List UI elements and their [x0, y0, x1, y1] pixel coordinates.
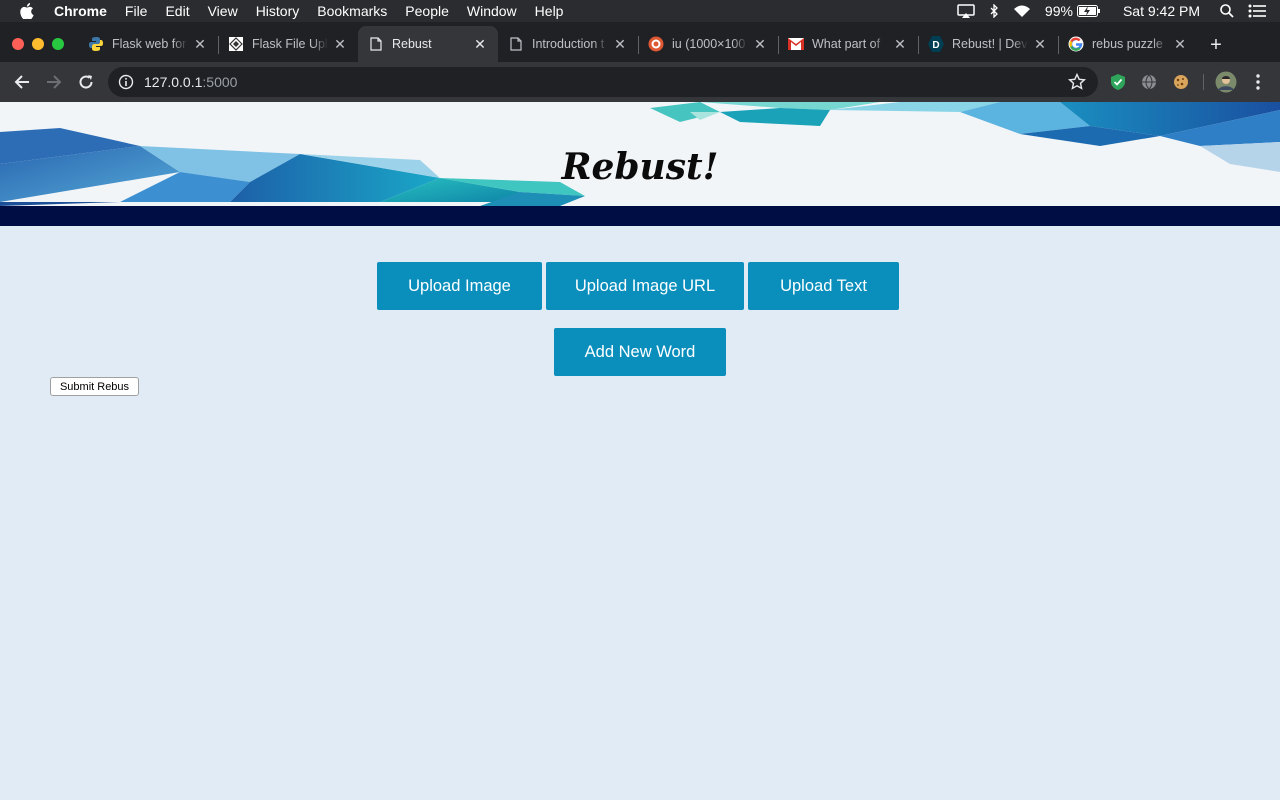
- reload-icon: [79, 75, 93, 89]
- back-button[interactable]: [12, 72, 32, 92]
- toolbar-divider: [1203, 74, 1204, 90]
- tab-iu-image[interactable]: iu (1000×100 ✕: [638, 26, 779, 62]
- tab-title: Flask File Upl: [252, 37, 328, 51]
- menu-edit[interactable]: Edit: [165, 3, 189, 19]
- tab-flask-file-upload[interactable]: Flask File Upl ✕: [218, 26, 358, 62]
- header-banner: Rebust!: [0, 102, 1280, 206]
- tab-devpost[interactable]: D Rebust! | Dev ✕: [918, 26, 1059, 62]
- google-icon: [1068, 36, 1084, 52]
- document-icon: [508, 36, 524, 52]
- upload-image-url-button[interactable]: Upload Image URL: [546, 262, 744, 310]
- close-tab-icon[interactable]: ✕: [752, 36, 768, 52]
- document-icon: [368, 36, 384, 52]
- url-text: 127.0.0.1:5000: [144, 74, 237, 90]
- close-tab-icon[interactable]: ✕: [332, 36, 348, 52]
- url-port: :5000: [202, 74, 238, 90]
- menu-app-name[interactable]: Chrome: [54, 3, 107, 19]
- browser-tab-strip: Flask web for ✕ Flask File Upl ✕ Rebust …: [0, 22, 1280, 62]
- menu-file[interactable]: File: [125, 3, 148, 19]
- close-tab-icon[interactable]: ✕: [1172, 36, 1188, 52]
- shield-extension-icon[interactable]: [1108, 72, 1128, 92]
- reload-button[interactable]: [76, 72, 96, 92]
- add-new-word-button[interactable]: Add New Word: [554, 328, 726, 376]
- url-host: 127.0.0.1: [144, 74, 203, 90]
- close-tab-icon[interactable]: ✕: [192, 36, 208, 52]
- back-arrow-icon: [14, 75, 29, 89]
- tab-gmail[interactable]: What part of ✕: [778, 26, 919, 62]
- upload-image-button[interactable]: Upload Image: [377, 262, 542, 310]
- battery-icon[interactable]: [1076, 5, 1101, 17]
- tab-rebust[interactable]: Rebust ✕: [358, 26, 498, 62]
- battery-percentage: 99%: [1044, 3, 1073, 19]
- devpost-icon: D: [928, 36, 944, 52]
- cookie-extension-icon[interactable]: [1171, 72, 1191, 92]
- bookmark-star-icon[interactable]: [1067, 72, 1087, 96]
- tab-title: Rebust: [392, 37, 432, 51]
- navigation-bar: [0, 206, 1280, 226]
- close-tab-icon[interactable]: ✕: [472, 36, 488, 52]
- wifi-icon[interactable]: [1013, 5, 1031, 18]
- menu-people[interactable]: People: [405, 3, 449, 19]
- tab-title: What part of: [812, 37, 881, 51]
- address-bar[interactable]: 127.0.0.1:5000: [108, 67, 1098, 97]
- tab-title: rebus puzzle: [1092, 37, 1163, 51]
- flask-upload-icon: [228, 36, 244, 52]
- tab-introduction[interactable]: Introduction t ✕: [498, 26, 639, 62]
- svg-text:D: D: [932, 40, 939, 51]
- close-tab-icon[interactable]: ✕: [612, 36, 628, 52]
- gmail-icon: [788, 36, 804, 52]
- window-close-button[interactable]: [12, 38, 24, 50]
- airplay-icon[interactable]: [957, 4, 975, 18]
- python-icon: [88, 36, 104, 52]
- menu-bookmarks[interactable]: Bookmarks: [317, 3, 387, 19]
- tab-flask-web-form[interactable]: Flask web for ✕: [78, 26, 219, 62]
- window-maximize-button[interactable]: [52, 38, 64, 50]
- close-tab-icon[interactable]: ✕: [1032, 36, 1048, 52]
- page-content: Rebust! Upload Image Upload Image URL Up…: [0, 102, 1280, 800]
- page-title: Rebust!: [561, 146, 719, 188]
- forward-arrow-icon: [47, 75, 62, 89]
- profile-avatar[interactable]: [1215, 71, 1237, 93]
- globe-extension-icon[interactable]: [1139, 72, 1159, 92]
- forward-button[interactable]: [44, 72, 64, 92]
- tab-title: iu (1000×100: [672, 37, 746, 51]
- site-info-icon[interactable]: [118, 74, 134, 90]
- apple-menu-icon[interactable]: [20, 3, 38, 19]
- menu-history[interactable]: History: [256, 3, 300, 19]
- chrome-menu-icon[interactable]: [1248, 72, 1268, 92]
- menu-help[interactable]: Help: [535, 3, 564, 19]
- tab-google-search[interactable]: rebus puzzle ✕: [1058, 26, 1198, 62]
- tab-title: Introduction t: [532, 37, 605, 51]
- clock[interactable]: Sat 9:42 PM: [1123, 3, 1200, 19]
- window-minimize-button[interactable]: [32, 38, 44, 50]
- tab-title: Rebust! | Dev: [952, 37, 1028, 51]
- spotlight-search-icon[interactable]: [1220, 4, 1234, 18]
- tab-title: Flask web for: [112, 37, 187, 51]
- menu-window[interactable]: Window: [467, 3, 517, 19]
- bluetooth-icon[interactable]: [989, 4, 999, 18]
- close-tab-icon[interactable]: ✕: [892, 36, 908, 52]
- duckduckgo-icon: [648, 36, 664, 52]
- macos-menu-bar: Chrome File Edit View History Bookmarks …: [0, 0, 1280, 22]
- notification-center-icon[interactable]: [1248, 4, 1266, 18]
- upload-text-button[interactable]: Upload Text: [748, 262, 899, 310]
- submit-rebus-button[interactable]: Submit Rebus: [50, 377, 139, 396]
- browser-toolbar: 127.0.0.1:5000: [0, 62, 1280, 102]
- new-tab-button[interactable]: +: [1206, 35, 1226, 55]
- menu-view[interactable]: View: [208, 3, 238, 19]
